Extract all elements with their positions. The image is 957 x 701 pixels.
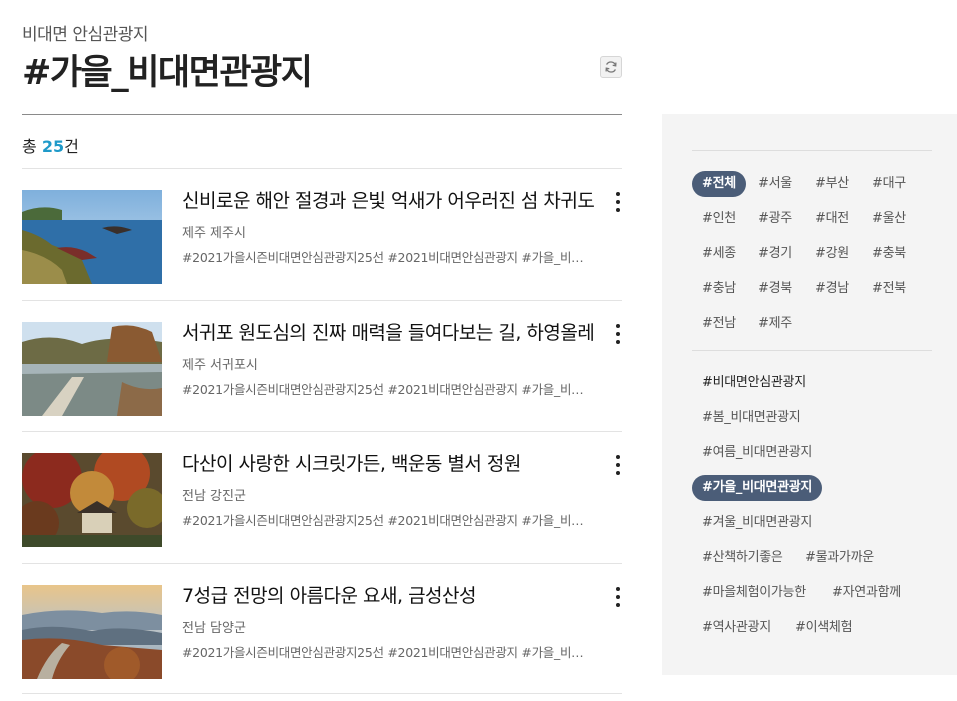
more-button[interactable] [614, 192, 622, 212]
more-vertical-icon [616, 192, 620, 196]
place-location: 제주 서귀포시 [182, 357, 258, 373]
place-tags: #2021가을시즌비대면안심관광지25선 #2021비대면안심관광지 #가을_비… [182, 381, 592, 397]
page-title: #가을_비대면관광지 [22, 53, 313, 93]
theme-tag[interactable]: #자연과함께 [822, 580, 911, 606]
theme-tag[interactable]: #이색체험 [785, 615, 862, 641]
title-divider [22, 114, 622, 115]
tag-sidebar: #전체 #서울 #부산 #대구 #인천 #광주 #대전 #울산 #세종 #경기 … [662, 114, 957, 675]
theme-tag[interactable]: #봄_비대면관광지 [692, 405, 810, 431]
region-tag-all[interactable]: #전체 [692, 171, 746, 197]
place-tags: #2021가을시즌비대면안심관광지25선 #2021비대면안심관광지 #가을_비… [182, 513, 592, 528]
more-vertical-icon [616, 323, 620, 328]
region-tag[interactable]: #광주 [748, 206, 802, 232]
region-tag[interactable]: #강원 [805, 241, 859, 267]
more-vertical-icon [616, 455, 620, 459]
region-tag[interactable]: #대전 [805, 206, 859, 232]
count-number: 25 [41, 137, 65, 156]
more-button[interactable] [614, 586, 622, 607]
region-tag[interactable]: #경북 [748, 276, 802, 302]
region-tag[interactable]: #대구 [862, 171, 916, 197]
more-button[interactable] [614, 455, 622, 475]
place-location: 전남 담양군 [182, 620, 246, 636]
place-location: 제주 제주시 [182, 226, 246, 241]
page-subtitle: 비대면 안심관광지 [22, 25, 149, 45]
region-tag[interactable]: #제주 [748, 311, 802, 337]
theme-tag[interactable]: #겨울_비대면관광지 [692, 510, 822, 536]
region-tag[interactable]: #울산 [862, 206, 916, 232]
theme-tag-selected[interactable]: #가을_비대면관광지 [692, 475, 823, 501]
place-tags: #2021가을시즌비대면안심관광지25선 #2021비대면안심관광지 #가을_비… [182, 644, 592, 660]
place-list: 신비로운 해안 절경과 은빛 억새가 어우러진 섬 차귀도 제주 제주시 #20… [22, 168, 622, 694]
list-item[interactable]: 7성급 전망의 아름다운 요새, 금성산성 전남 담양군 #2021가을시즌비대… [22, 562, 622, 694]
result-count: 총 25건 [22, 133, 79, 157]
more-button[interactable] [614, 323, 622, 344]
count-prefix: 총 [22, 137, 37, 156]
refresh-button[interactable] [600, 56, 622, 78]
theme-tag[interactable]: #여름_비대면관광지 [692, 440, 822, 466]
place-title[interactable]: 7성급 전망의 아름다운 요새, 금성산성 [182, 581, 602, 608]
region-tag[interactable]: #인천 [692, 206, 746, 232]
list-item[interactable]: 신비로운 해안 절경과 은빛 억새가 어우러진 섬 차귀도 제주 제주시 #20… [22, 168, 622, 300]
more-vertical-icon [616, 586, 620, 591]
place-thumbnail[interactable] [22, 453, 162, 547]
region-tag[interactable]: #세종 [692, 241, 746, 267]
region-tag[interactable]: #경남 [805, 276, 859, 302]
theme-tag[interactable]: #마을체험이가능한 [692, 580, 816, 606]
count-suffix: 건 [64, 137, 79, 156]
place-thumbnail[interactable] [22, 321, 162, 416]
region-tag[interactable]: #경기 [748, 241, 802, 267]
refresh-icon [605, 61, 617, 73]
place-thumbnail[interactable] [22, 190, 162, 284]
region-tag[interactable]: #부산 [805, 171, 859, 197]
place-title[interactable]: 다산이 사랑한 시크릿가든, 백운동 별서 정원 [182, 449, 602, 476]
sidebar-divider-top [692, 150, 932, 151]
place-thumbnail[interactable] [22, 584, 162, 679]
theme-tag[interactable]: #산책하기좋은 [692, 545, 793, 571]
list-item[interactable]: 다산이 사랑한 시크릿가든, 백운동 별서 정원 전남 강진군 #2021가을시… [22, 431, 622, 563]
region-tag[interactable]: #충북 [862, 241, 916, 267]
theme-tag[interactable]: #비대면안심관광지 [692, 370, 816, 396]
region-tag[interactable]: #충남 [692, 276, 746, 302]
theme-tag[interactable]: #역사관광지 [692, 615, 781, 641]
place-location: 전남 강진군 [182, 489, 246, 504]
sidebar-divider-middle [692, 350, 932, 351]
theme-tag[interactable]: #물과가까운 [795, 545, 884, 571]
region-tag[interactable]: #전북 [862, 276, 916, 302]
list-item[interactable]: 서귀포 원도심의 진짜 매력을 들여다보는 길, 하영올레 제주 서귀포시 #2… [22, 299, 622, 432]
region-tag[interactable]: #서울 [748, 171, 802, 197]
place-title[interactable]: 신비로운 해안 절경과 은빛 억새가 어우러진 섬 차귀도 [182, 186, 602, 213]
place-tags: #2021가을시즌비대면안심관광지25선 #2021비대면안심관광지 #가을_비… [182, 250, 592, 265]
place-title[interactable]: 서귀포 원도심의 진짜 매력을 들여다보는 길, 하영올레 [182, 318, 602, 345]
region-tag[interactable]: #전남 [692, 311, 746, 337]
